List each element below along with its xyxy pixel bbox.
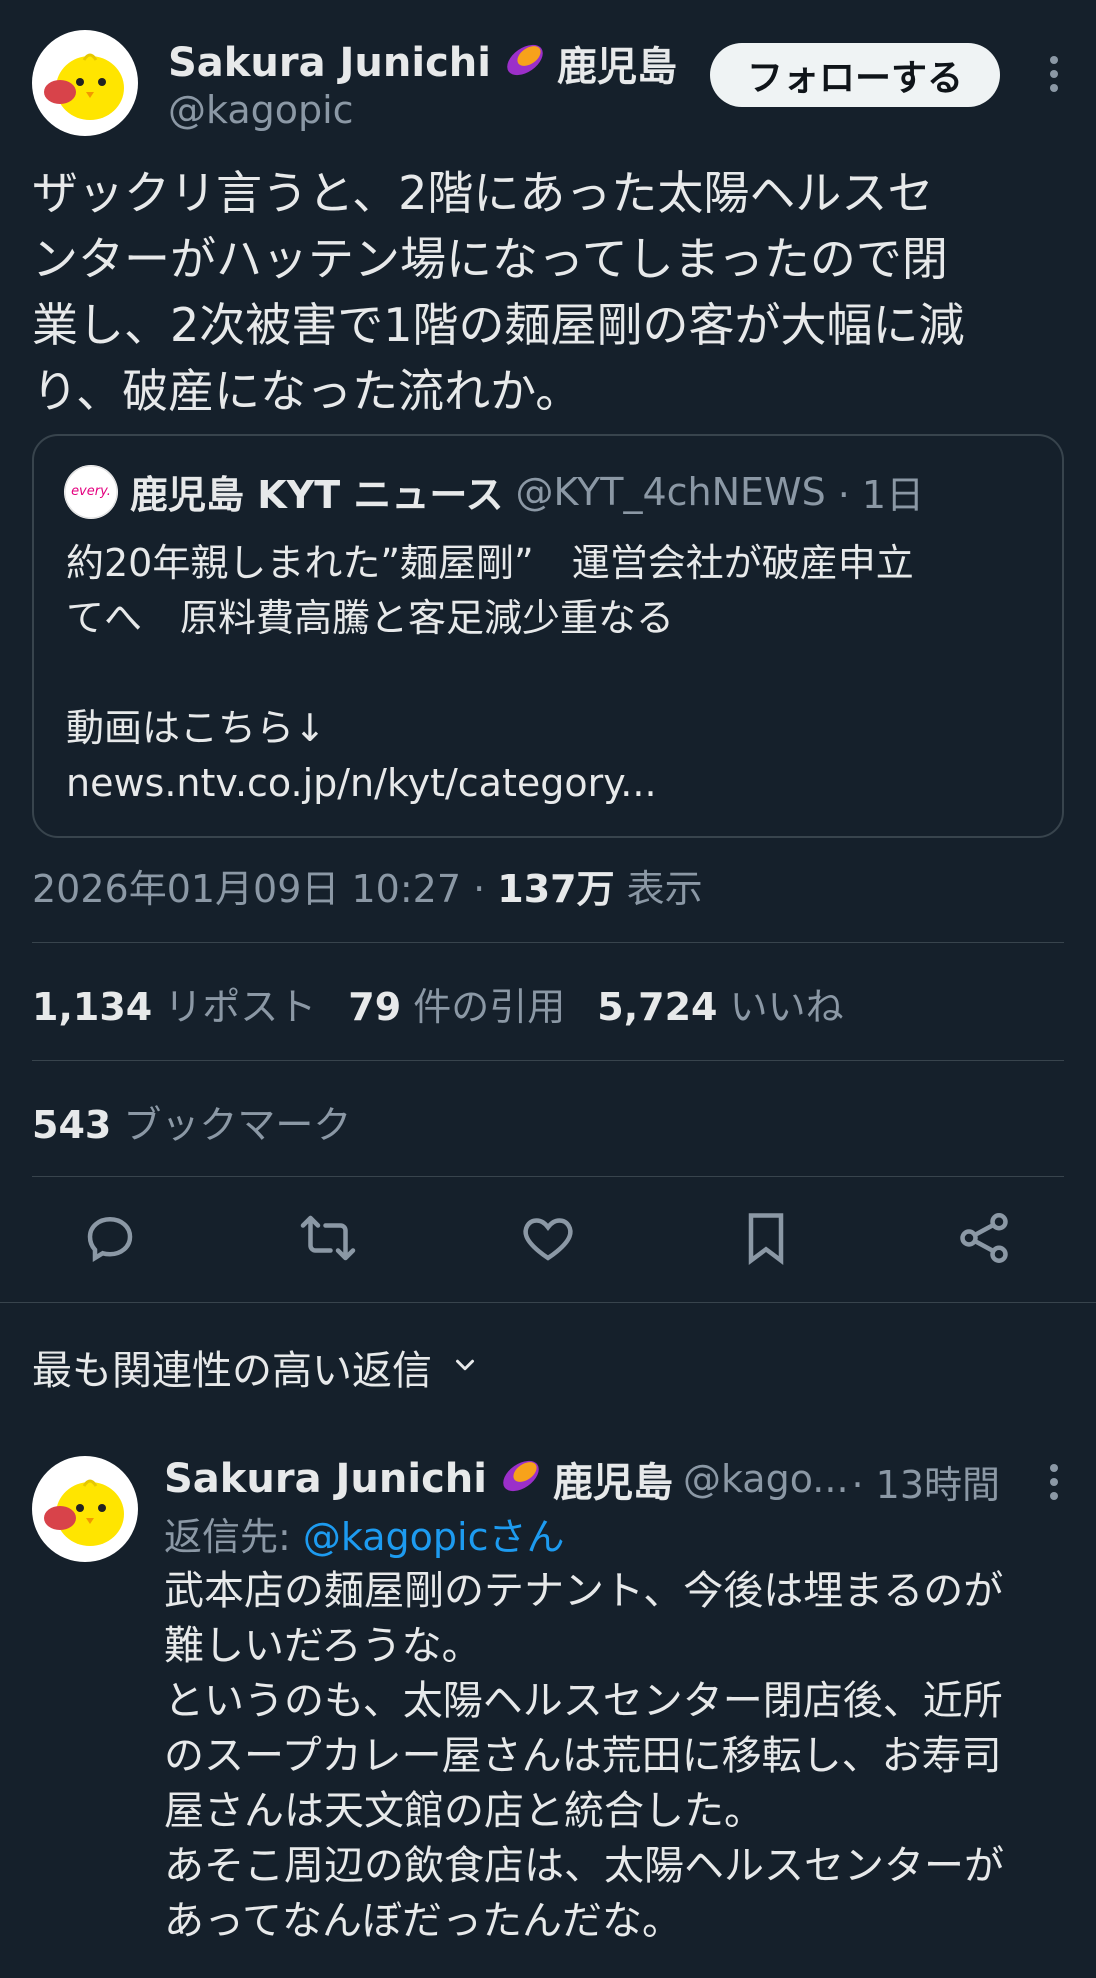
tweet-line: ザックリ言うと、2階にあった太陽ヘルスセ <box>32 166 934 220</box>
divider <box>32 942 1064 943</box>
reply-header: Sakura Junichi 鹿児島 @kago... <box>164 1450 849 1508</box>
quotes-label: 件の引用 <box>401 985 566 1029</box>
sweet-potato-icon <box>501 38 547 88</box>
reply-line: あそこ周辺の飲食店は、太陽ヘルスセンターが <box>164 1843 1004 1889</box>
reply-line: というのも、太陽ヘルスセンター閉店後、近所 <box>164 1678 1003 1724</box>
tweet-header: Sakura Junichi 鹿児島 @kagopic フォローする <box>32 30 1064 140</box>
reply-line: 武本店の麺屋剛のテナント、今後は埋まるのが <box>164 1568 1004 1614</box>
author-location: 鹿児島 <box>556 44 677 90</box>
likes-stat[interactable]: 5,724 いいね <box>597 976 843 1031</box>
follow-button[interactable]: フォローする <box>710 43 1000 107</box>
quotes-stat[interactable]: 79 件の引用 <box>348 976 565 1031</box>
reply-line: 難しいだろうな。 <box>164 1623 482 1669</box>
reply-author-name[interactable]: Sakura Junichi <box>164 1456 487 1502</box>
reply-sort-dropdown[interactable]: 最も関連性の高い返信 <box>32 1338 480 1396</box>
tweet-line: り、破産になった流れか。 <box>32 364 582 418</box>
likes-label: いいね <box>717 985 844 1029</box>
quoted-line: てへ 原料費高騰と客足減少重なる <box>66 596 675 640</box>
reply-author-handle[interactable]: @kago... <box>683 1457 849 1501</box>
more-options-icon[interactable] <box>1044 52 1064 96</box>
quoted-link[interactable]: news.ntv.co.jp/n/kyt/category... <box>66 756 1046 811</box>
tweet-text: ザックリ言うと、2階にあった太陽ヘルスセ ンターがハッテン場になってしまったので… <box>32 160 1072 424</box>
quoted-tweet-text: 約20年親しまれた”麺屋剛” 運営会社が破産申立 てへ 原料費高騰と客足減少重な… <box>66 536 1046 811</box>
quoted-avatar-text: every. <box>71 484 111 499</box>
divider <box>32 1060 1064 1061</box>
chevron-down-icon <box>450 1344 480 1390</box>
quoted-tweet-card[interactable]: every. 鹿児島 KYT ニュース @KYT_4chNEWS · 1日 約2… <box>32 434 1064 838</box>
tweet-datetime[interactable]: 2026年01月09日 10:27 · <box>32 867 497 911</box>
tweet-line: 業し、2次被害で1階の麺屋剛の客が大幅に減 <box>32 298 965 352</box>
divider <box>32 1176 1064 1177</box>
bookmarks-stat[interactable]: 543 ブックマーク <box>32 1094 351 1149</box>
reply-author-avatar[interactable] <box>32 1456 138 1562</box>
reply-line: 屋さんは天文館の店と統合した。 <box>164 1788 764 1834</box>
reply-text: 武本店の麺屋剛のテナント、今後は埋まるのが 難しいだろうな。 というのも、太陽ヘ… <box>164 1564 1064 1949</box>
bookmarks-label: ブックマーク <box>111 1103 352 1147</box>
retweet-icon[interactable] <box>298 1208 358 1268</box>
author-name[interactable]: Sakura Junichi <box>168 40 491 86</box>
reply-to-handle[interactable]: @kagopicさん <box>303 1515 565 1559</box>
reply-time[interactable]: · 13時間 <box>851 1454 1000 1509</box>
author-handle[interactable]: @kagopic <box>168 88 354 132</box>
reply-line: あってなんぼだったんだな。 <box>164 1898 682 1944</box>
reply-line: のスープカレー屋さんは荒田に移転し、お寿司 <box>164 1733 1002 1779</box>
reposts-count: 1,134 <box>32 985 153 1029</box>
tweet-line: ンターがハッテン場になってしまったので閉 <box>32 232 948 286</box>
tweet-stats: 1,134 リポスト 79 件の引用 5,724 いいね <box>32 976 844 1031</box>
quoted-line: 約20年親しまれた”麺屋剛” 運営会社が破産申立 <box>66 541 914 585</box>
quotes-count: 79 <box>348 985 402 1029</box>
quoted-line <box>66 646 1046 701</box>
action-bar <box>32 1208 1064 1272</box>
likes-count: 5,724 <box>597 985 718 1029</box>
author-name-row[interactable]: Sakura Junichi 鹿児島 <box>168 34 677 92</box>
sweet-potato-icon <box>497 1454 543 1504</box>
quoted-line: 動画はこちら↓ <box>66 706 326 750</box>
views-count: 137万 <box>497 867 615 911</box>
reposts-stat[interactable]: 1,134 リポスト <box>32 976 316 1031</box>
tweet-meta: 2026年01月09日 10:27 · 137万 表示 <box>32 858 703 913</box>
like-icon[interactable] <box>518 1208 578 1268</box>
quoted-avatar[interactable]: every. <box>64 464 118 519</box>
views-label: 表示 <box>614 867 703 911</box>
more-options-icon[interactable] <box>1044 1460 1064 1504</box>
quoted-author-handle[interactable]: @KYT_4chNEWS <box>515 470 825 514</box>
divider <box>0 1302 1096 1303</box>
reply-to-prefix: 返信先: <box>164 1515 303 1559</box>
reply-to: 返信先: @kagopicさん <box>164 1506 564 1561</box>
quoted-author-name[interactable]: 鹿児島 KYT ニュース <box>130 464 503 519</box>
bookmark-icon[interactable] <box>736 1208 796 1268</box>
reply-sort-label: 最も関連性の高い返信 <box>32 1348 432 1394</box>
share-icon[interactable] <box>954 1208 1014 1268</box>
quoted-tweet-header: every. 鹿児島 KYT ニュース @KYT_4chNEWS · 1日 <box>64 464 924 519</box>
quoted-time: · 1日 <box>837 473 925 517</box>
reply-author-location: 鹿児島 <box>552 1460 673 1506</box>
reposts-label: リポスト <box>152 985 317 1029</box>
bookmarks-count: 543 <box>32 1103 112 1147</box>
reply-icon[interactable] <box>80 1208 140 1268</box>
author-avatar[interactable] <box>32 30 138 136</box>
